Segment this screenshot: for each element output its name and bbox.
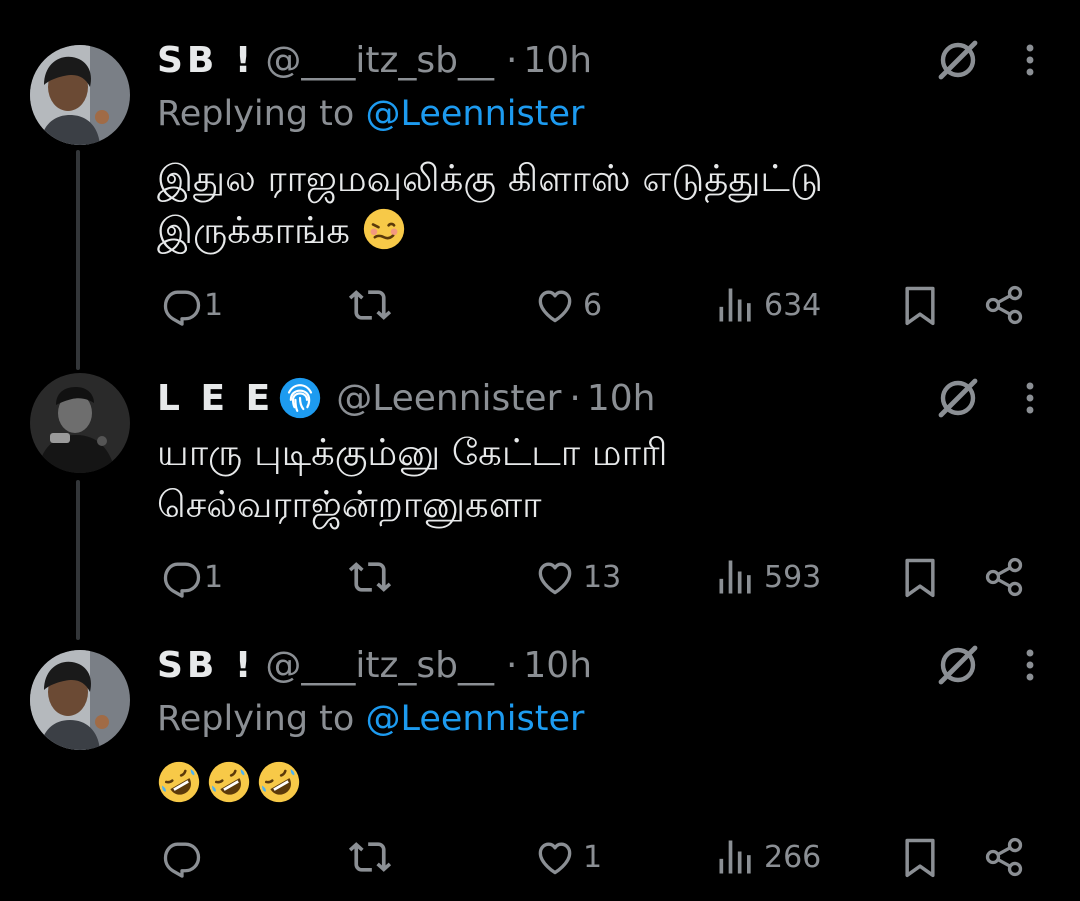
tweet-text — [157, 758, 1060, 810]
like-button[interactable]: 13 — [533, 552, 621, 602]
reply-button[interactable] — [160, 832, 204, 882]
timestamp[interactable]: 10h — [587, 378, 656, 419]
fingerprint-icon — [280, 377, 321, 419]
more-options-icon[interactable] — [1024, 380, 1036, 416]
share-button[interactable] — [982, 832, 1026, 882]
avatar[interactable] — [30, 45, 130, 145]
retweet-icon — [348, 555, 392, 599]
replying-to: Replying to @Leennister — [157, 690, 1060, 748]
separator-dot: · — [505, 39, 518, 81]
views-count: 593 — [764, 559, 822, 595]
bookmark-icon — [898, 555, 942, 599]
reply-count: 1 — [204, 287, 224, 323]
tweet-text: யாரு புடிக்கும்னு கேட்டா மாரி செல்வராஜ்ன… — [157, 427, 1060, 531]
separator-dot: · — [505, 644, 518, 686]
replying-to: Replying to @Leennister — [157, 85, 1060, 143]
retweet-icon — [348, 835, 392, 879]
tweet-text-line: இதுல ராஜமவுலிக்கு கிளாஸ் எடுத்துட்டு — [157, 157, 823, 200]
views-icon — [714, 283, 758, 327]
tweet-header: SB ! @___itz_sb__ · 10h — [157, 640, 1060, 690]
views-count: 634 — [764, 287, 822, 323]
rofl-emoji — [157, 760, 201, 804]
tweet-text: இதுல ராஜமவுலிக்கு கிளாஸ் எடுத்துட்டு இரு… — [157, 153, 1060, 257]
bookmark-button[interactable] — [898, 280, 942, 330]
share-icon — [982, 835, 1026, 879]
reply-icon — [160, 835, 204, 879]
retweet-button[interactable] — [348, 280, 398, 330]
like-button[interactable]: 6 — [533, 280, 602, 330]
woozy-face-emoji — [362, 207, 406, 251]
rofl-emoji — [257, 760, 301, 804]
views-icon — [714, 555, 758, 599]
tweet-1[interactable]: SB ! @___itz_sb__ · 10h Replying to @Lee… — [0, 35, 1080, 335]
share-button[interactable] — [982, 552, 1026, 602]
mention-link[interactable]: @Leennister — [365, 94, 584, 134]
tweet-3[interactable]: SB ! @___itz_sb__ · 10h Replying to @Lee… — [0, 640, 1080, 901]
retweet-icon — [348, 283, 392, 327]
rofl-emoji — [207, 760, 251, 804]
avatar[interactable] — [30, 650, 130, 750]
tweet-header: L E E @Leennister · 10h — [157, 373, 1060, 423]
grok-icon[interactable] — [934, 374, 982, 422]
replying-prefix: Replying to — [157, 94, 366, 134]
like-count: 13 — [583, 559, 622, 595]
retweet-button[interactable] — [348, 552, 398, 602]
share-button[interactable] — [982, 280, 1026, 330]
timestamp[interactable]: 10h — [523, 645, 592, 686]
bookmark-button[interactable] — [898, 552, 942, 602]
views-button[interactable]: 266 — [714, 832, 821, 882]
grok-icon[interactable] — [934, 641, 982, 689]
more-options-icon[interactable] — [1024, 42, 1036, 78]
display-name[interactable]: SB ! — [157, 645, 255, 686]
views-button[interactable]: 593 — [714, 552, 821, 602]
action-bar: 1 13 593 — [0, 552, 1080, 602]
heart-icon — [533, 555, 577, 599]
display-name[interactable]: SB ! — [157, 40, 255, 81]
user-handle[interactable]: @___itz_sb__ — [265, 40, 494, 81]
views-icon — [714, 835, 758, 879]
action-bar: 1 266 — [0, 832, 1080, 882]
like-count: 1 — [583, 839, 603, 875]
reply-icon — [160, 555, 204, 599]
avatar[interactable] — [30, 373, 130, 473]
tweet-header: SB ! @___itz_sb__ · 10h — [157, 35, 1060, 85]
bookmark-button[interactable] — [898, 832, 942, 882]
user-handle[interactable]: @___itz_sb__ — [265, 645, 494, 686]
bookmark-icon — [898, 835, 942, 879]
heart-icon — [533, 283, 577, 327]
reply-count: 1 — [204, 559, 224, 595]
share-icon — [982, 555, 1026, 599]
display-name[interactable]: L E E — [157, 378, 274, 419]
reply-button[interactable]: 1 — [160, 552, 223, 602]
views-button[interactable]: 634 — [714, 280, 821, 330]
mention-link[interactable]: @Leennister — [365, 699, 584, 739]
tweet-text-line: இருக்காங்க — [157, 209, 351, 252]
share-icon — [982, 283, 1026, 327]
user-handle[interactable]: @Leennister — [336, 378, 561, 419]
timestamp[interactable]: 10h — [523, 40, 592, 81]
reply-button[interactable]: 1 — [160, 280, 223, 330]
views-count: 266 — [764, 839, 822, 875]
tweet-text-line: யாரு புடிக்கும்னு கேட்டா மாரி — [157, 431, 668, 474]
tweet-2[interactable]: L E E @Leennister · 10h யாரு புடிக்கும்ன… — [0, 373, 1080, 633]
separator-dot: · — [569, 377, 581, 419]
grok-icon[interactable] — [934, 36, 982, 84]
heart-icon — [533, 835, 577, 879]
tweet-text-line: செல்வராஜ்ன்றானுகளா — [157, 483, 542, 526]
like-button[interactable]: 1 — [533, 832, 602, 882]
replying-prefix: Replying to — [157, 699, 366, 739]
retweet-button[interactable] — [348, 832, 398, 882]
bookmark-icon — [898, 283, 942, 327]
reply-icon — [160, 283, 204, 327]
more-options-icon[interactable] — [1024, 647, 1036, 683]
like-count: 6 — [583, 287, 603, 323]
action-bar: 1 6 634 — [0, 280, 1080, 330]
